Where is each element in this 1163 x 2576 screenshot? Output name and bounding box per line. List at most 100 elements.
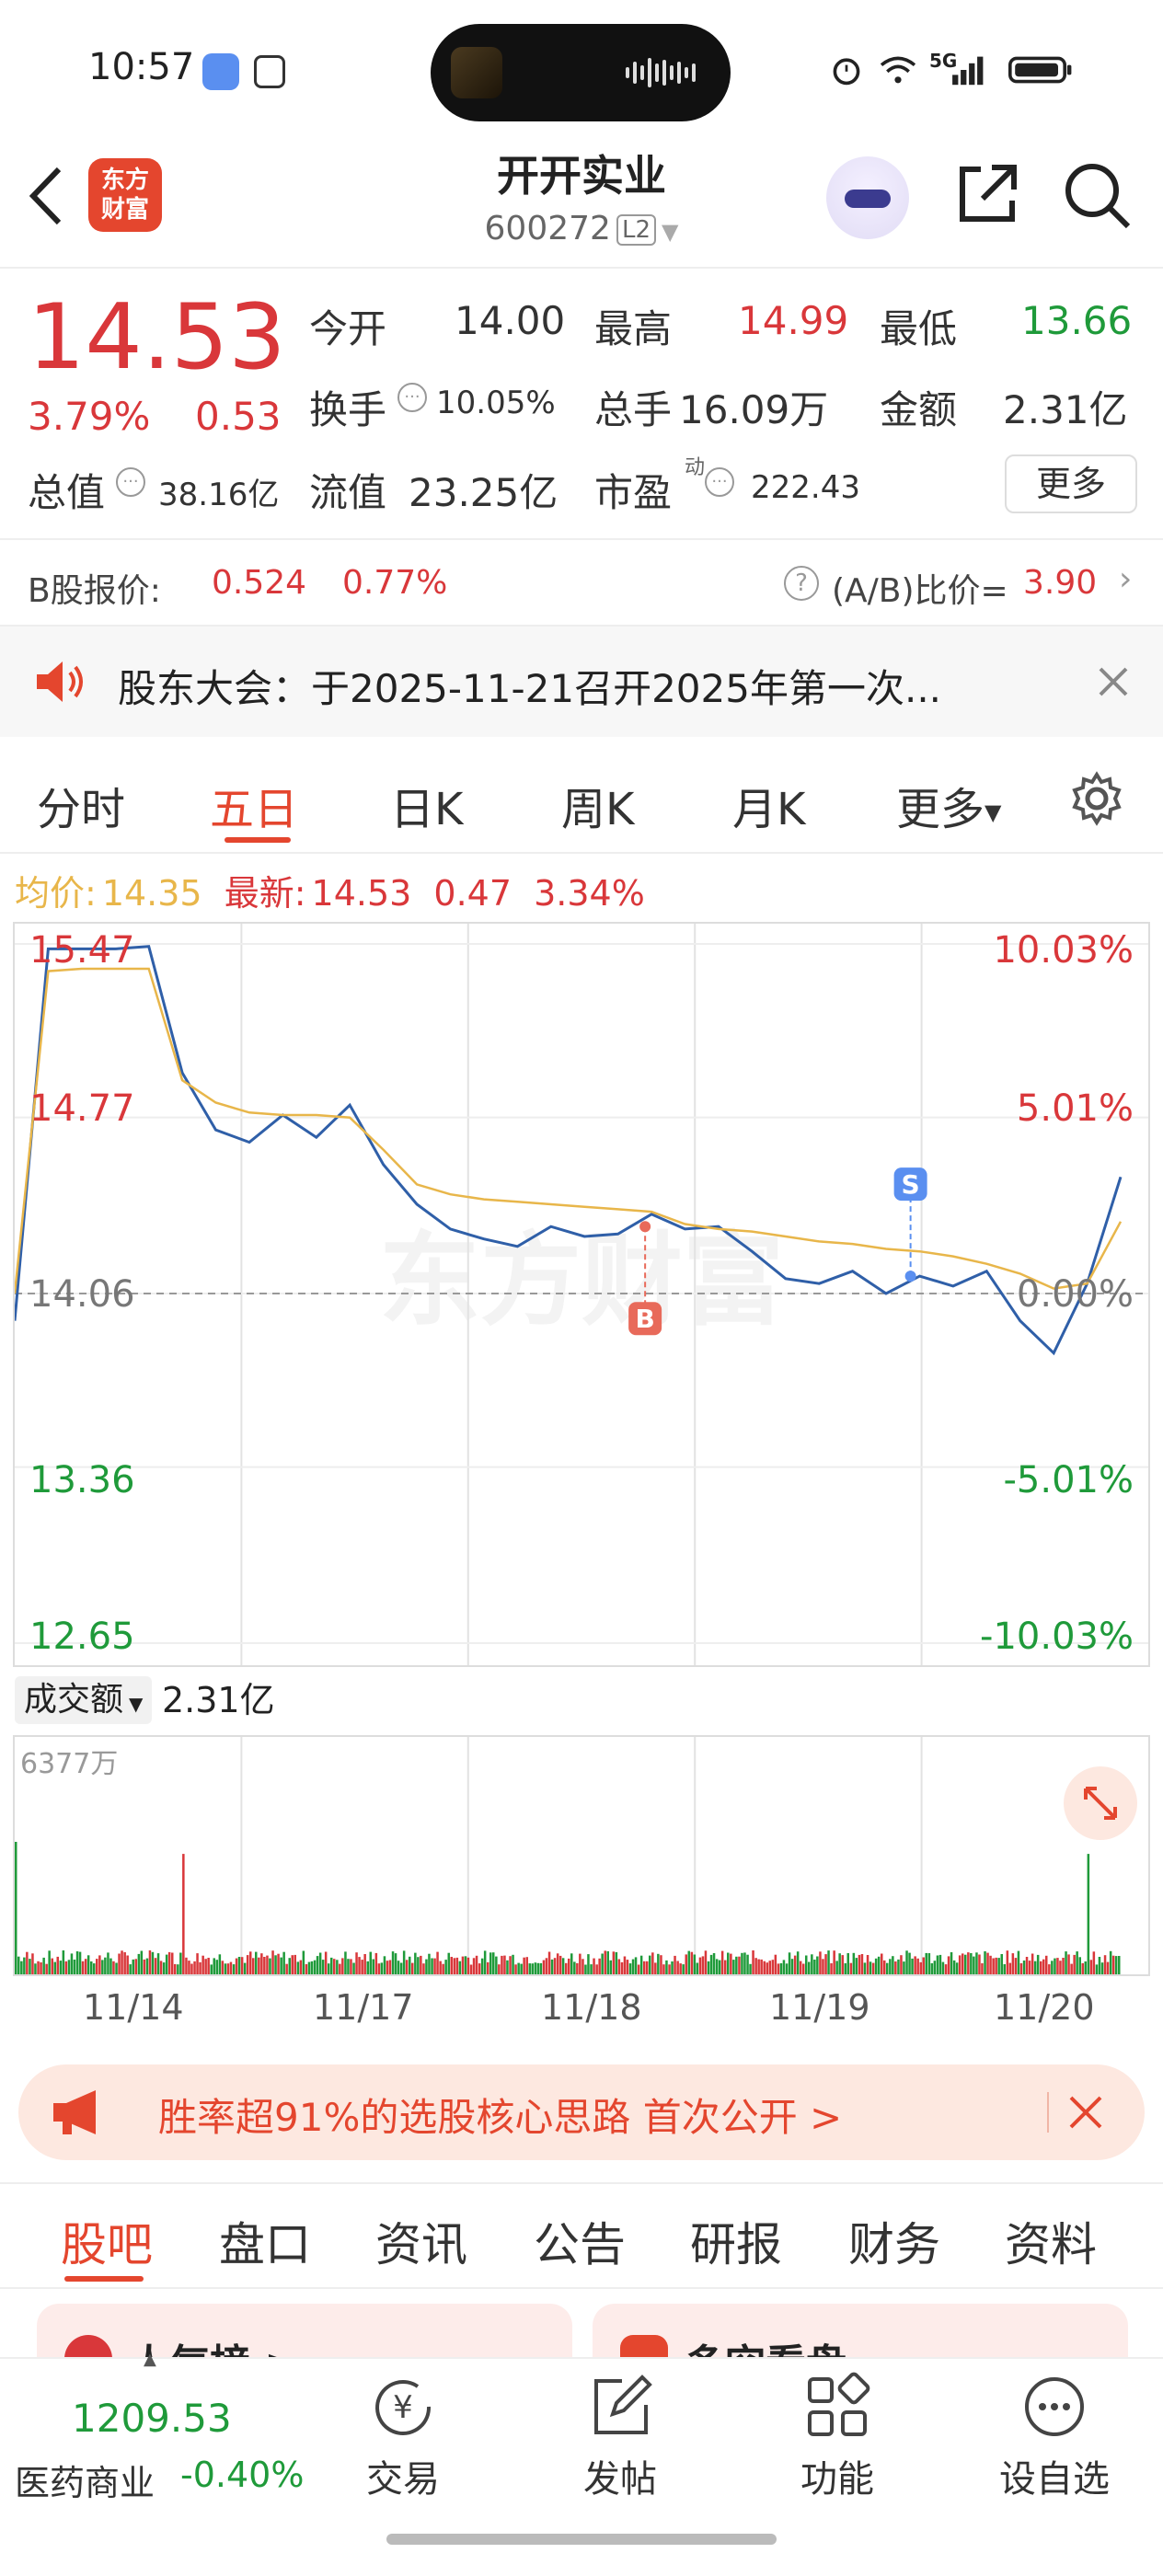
volume-bar	[145, 1958, 149, 1974]
tab-finance[interactable]: 财务	[848, 2208, 940, 2274]
nav-features[interactable]: 功能	[764, 2372, 911, 2502]
avg-label: 均价:	[15, 873, 97, 914]
volume-bar	[952, 1960, 956, 1974]
grid-icon	[808, 2372, 870, 2436]
volume-bar	[469, 1964, 473, 1974]
robot-assistant-icon[interactable]	[826, 156, 909, 239]
volume-bar	[15, 1842, 17, 1974]
volume-selector[interactable]: 成交额 ▼	[15, 1676, 153, 1724]
tab-announcements[interactable]: 公告	[534, 2208, 626, 2274]
volume-bar	[735, 1956, 738, 1974]
sector-name[interactable]: 医药商业	[15, 2455, 155, 2505]
nav-add-watchlist[interactable]: 设自选	[981, 2372, 1128, 2502]
volume-bar	[188, 1961, 190, 1974]
help-icon[interactable]: ?	[784, 566, 819, 601]
volume-bar	[628, 1963, 632, 1974]
volume-bar	[483, 1950, 487, 1974]
volume-bar	[796, 1951, 800, 1974]
volume-chart[interactable]: 6377万	[13, 1735, 1150, 1976]
watermark-logo: 东方财富	[379, 1222, 784, 1340]
share-icon[interactable]	[953, 160, 1021, 228]
volume-bar	[534, 1962, 537, 1974]
tab-intraday[interactable]: 分时	[37, 773, 125, 837]
volume-bar	[90, 1961, 93, 1974]
tab-research[interactable]: 研报	[690, 2208, 782, 2274]
pe-dynamic-mark: 动	[685, 456, 706, 479]
volume-bar	[498, 1964, 501, 1974]
info-dots-icon[interactable]: ···	[397, 383, 427, 412]
volume-bar	[1111, 1955, 1115, 1974]
nav-trade[interactable]: ¥ 交易	[329, 2372, 477, 2502]
volume-bar	[70, 1953, 74, 1974]
tab-weekly-k[interactable]: 周K	[561, 773, 634, 837]
edit-icon	[594, 2375, 652, 2434]
price-chart[interactable]: 东方财富 B S 15.47 14.77 14.06 13.36 12.65 10.…	[13, 922, 1150, 1667]
volume-bar	[1011, 1953, 1015, 1974]
volume-bar	[436, 1951, 439, 1974]
active-tab-indicator	[64, 2276, 144, 2282]
tab-news[interactable]: 资讯	[375, 2208, 467, 2274]
close-icon[interactable]	[1097, 665, 1130, 698]
tab-profile[interactable]: 资料	[1005, 2208, 1097, 2274]
close-icon[interactable]	[1067, 2094, 1104, 2131]
volume-bar	[512, 1954, 514, 1974]
tab-forum[interactable]: 股吧	[61, 2208, 153, 2274]
volume-bar	[377, 1963, 381, 1974]
marker-label: S	[902, 1169, 920, 1200]
caret-down-icon: ▼	[985, 799, 1002, 825]
nav-post[interactable]: 发帖	[547, 2372, 694, 2502]
volume-bar	[344, 1951, 347, 1974]
volume-bar	[182, 1854, 185, 1974]
volume-bar	[177, 1964, 179, 1974]
low-label: 最低	[880, 306, 958, 351]
tab-more[interactable]: 更多▼	[896, 773, 1001, 837]
more-button[interactable]: 更多	[1005, 454, 1137, 513]
tab-orderbook[interactable]: 盘口	[219, 2208, 311, 2274]
volume-bar	[1000, 1954, 1003, 1974]
volume-bar	[255, 1951, 258, 1974]
volume-bar	[811, 1954, 813, 1974]
volume-bar	[1109, 1950, 1112, 1974]
volume-bar	[1098, 1957, 1101, 1974]
b-share-row[interactable]: B股报价: 0.524 0.77% ? (A/B)比价= 3.90 ›	[0, 538, 1163, 627]
change-amount: 0.53	[195, 394, 282, 439]
notice-bar[interactable]: 股东大会：于2025-11-21召开2025年第一次...	[0, 627, 1163, 737]
y-right-tick: -5.01%	[1003, 1459, 1134, 1501]
volume-bar	[59, 1961, 63, 1974]
volume-bar	[399, 1962, 403, 1974]
volume-bar	[397, 1961, 400, 1974]
search-icon[interactable]	[1062, 160, 1132, 230]
volume-bar	[48, 1950, 51, 1974]
tab-daily-k[interactable]: 日K	[390, 773, 463, 837]
volume-bar	[746, 1954, 749, 1974]
volume-bar	[224, 1963, 227, 1974]
volume-bar	[26, 1951, 29, 1974]
volume-bar	[593, 1958, 595, 1974]
tab-five-day[interactable]: 五日	[210, 773, 298, 837]
volume-bar	[1103, 1955, 1107, 1974]
volume-bar	[1106, 1961, 1110, 1974]
tab-monthly-k[interactable]: 月K	[732, 773, 805, 837]
volume-bar	[620, 1961, 624, 1974]
expand-chart-button[interactable]	[1064, 1766, 1137, 1840]
volume-bar	[305, 1964, 308, 1974]
volume-bar	[690, 1951, 694, 1974]
volume-bar	[134, 1959, 137, 1974]
volume-bar	[237, 1957, 241, 1974]
info-dots-icon[interactable]: ···	[705, 467, 734, 497]
promo-banner[interactable]: 胜率超91%的选股核心思路 首次公开 >	[18, 2064, 1145, 2160]
sector-index-value[interactable]: 1209.53	[72, 2396, 232, 2441]
gear-icon[interactable]	[1069, 771, 1124, 826]
info-dots-icon[interactable]: ···	[116, 467, 145, 497]
volume-bar	[930, 1963, 934, 1974]
volume-bar	[849, 1962, 853, 1974]
promo-text: 胜率超91%的选股核心思路 首次公开 >	[158, 2095, 843, 2140]
volume-bar	[302, 1950, 305, 1974]
volume-bar	[93, 1963, 96, 1974]
hand-icon	[254, 55, 285, 88]
volume-bar	[207, 1958, 210, 1974]
volume-bar	[428, 1953, 431, 1974]
volume-bar	[444, 1960, 447, 1974]
volume-bar	[553, 1958, 557, 1974]
volume-bar	[1008, 1962, 1012, 1974]
